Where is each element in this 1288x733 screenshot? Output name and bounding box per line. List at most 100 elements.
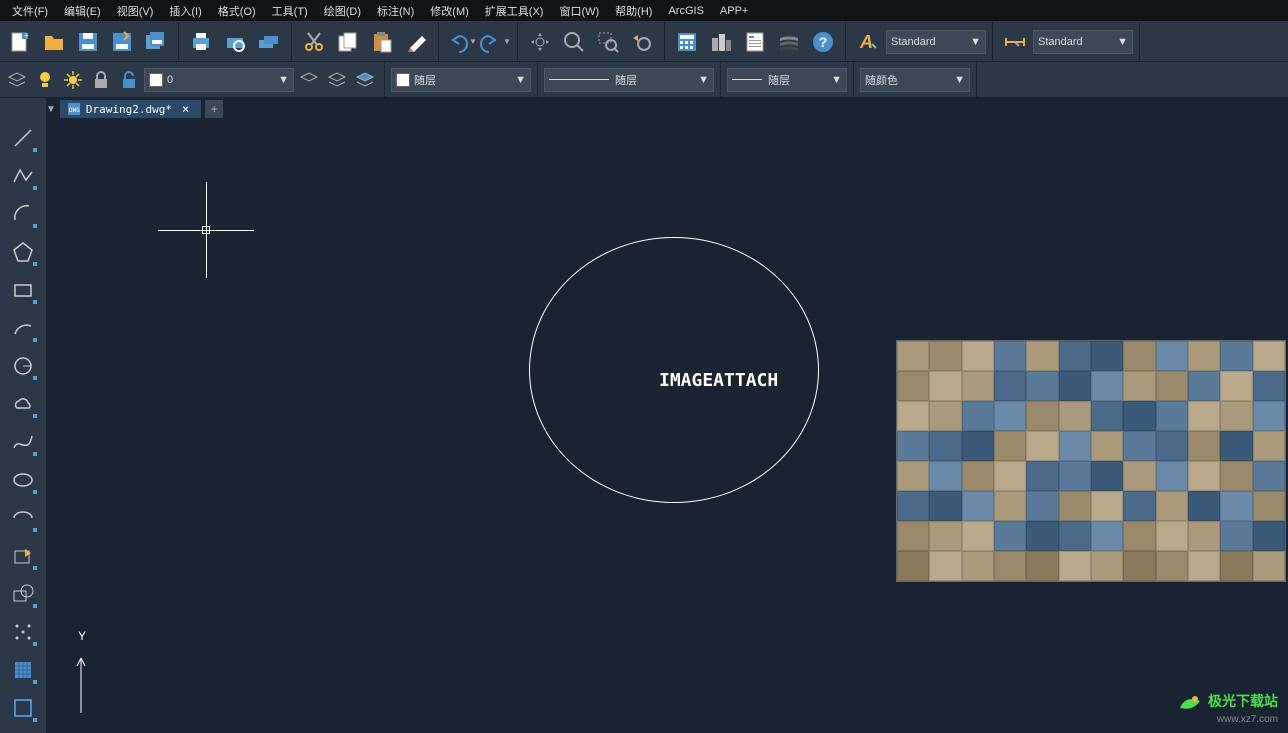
lineweight-dropdown[interactable]: 随层 ▼ — [727, 68, 847, 92]
layer-on-icon[interactable] — [32, 67, 58, 93]
circle-tool[interactable] — [7, 350, 39, 382]
plotstyle-dropdown[interactable]: 随颜色 ▼ — [860, 68, 970, 92]
layer-unlock-icon[interactable] — [116, 67, 142, 93]
menu-arcgis[interactable]: ArcGIS — [660, 5, 711, 17]
new-button[interactable]: + — [4, 26, 36, 58]
menu-dim[interactable]: 标注(N) — [369, 3, 422, 19]
canvas-text-object[interactable]: IMAGEATTACH — [659, 370, 778, 391]
layerstate-button[interactable] — [352, 67, 378, 93]
region-tool[interactable] — [7, 578, 39, 610]
paste-button[interactable] — [366, 26, 398, 58]
saveas-button[interactable] — [106, 26, 138, 58]
menu-file[interactable]: 文件(F) — [4, 3, 56, 19]
polyline-tool[interactable] — [7, 160, 39, 192]
print-preview-button[interactable] — [219, 26, 251, 58]
hatch-tool[interactable] — [7, 654, 39, 686]
dimstyle-icon[interactable] — [999, 26, 1031, 58]
tab-close-button[interactable]: × — [178, 102, 193, 116]
layermgr-button[interactable] — [4, 67, 30, 93]
watermark-text: 极光下载站 — [1208, 693, 1278, 709]
chevron-down-icon: ▼ — [515, 74, 526, 86]
chevron-down-icon: ▼ — [831, 74, 842, 86]
layeriso-button[interactable] — [324, 67, 350, 93]
chevron-down-icon: ▼ — [954, 74, 965, 86]
layer-freeze-icon[interactable] — [60, 67, 86, 93]
line-tool[interactable] — [7, 122, 39, 154]
document-tab[interactable]: DWG Drawing2.dwg* × — [60, 100, 201, 118]
chevron-down-icon: ▼ — [278, 74, 289, 86]
watermark-icon — [1175, 693, 1205, 713]
chevron-down-icon: ▼ — [970, 36, 981, 48]
spline-tool[interactable] — [7, 426, 39, 458]
textstyle-dropdown[interactable]: Standard ▼ — [886, 30, 986, 54]
insert-block-tool[interactable] — [7, 540, 39, 572]
toolbar-main: + ▼ ▼ ? A Standard ▼ — [0, 22, 1288, 62]
layer-value: 0 — [167, 74, 173, 86]
plotstyle-value: 随颜色 — [865, 72, 898, 88]
redo-button[interactable]: ▼ — [479, 26, 511, 58]
boundary-tool[interactable] — [7, 692, 39, 724]
zoom-button[interactable] — [558, 26, 590, 58]
menu-tools[interactable]: 工具(T) — [264, 3, 316, 19]
ellipse-arc-tool[interactable] — [7, 502, 39, 534]
lineweight-sample — [732, 79, 762, 80]
layer-dropdown[interactable]: 0 ▼ — [144, 68, 294, 92]
layer-color-swatch — [149, 73, 163, 87]
drawing-canvas[interactable]: IMAGEATTACH Y 极光下载站 www.xz7.com — [46, 120, 1288, 733]
help-button[interactable]: ? — [807, 26, 839, 58]
attached-image-object[interactable] — [896, 340, 1286, 582]
menu-appplus[interactable]: APP+ — [712, 5, 756, 17]
sheets-button[interactable] — [773, 26, 805, 58]
ellipse-tool[interactable] — [7, 464, 39, 496]
chevron-down-icon: ▼ — [1117, 36, 1128, 48]
svg-text:?: ? — [819, 34, 828, 50]
buildings-button[interactable] — [705, 26, 737, 58]
erase-button[interactable] — [400, 26, 432, 58]
menu-ext[interactable]: 扩展工具(X) — [477, 3, 552, 19]
svg-text:+: + — [24, 31, 29, 40]
linetype-dropdown[interactable]: 随层 ▼ — [544, 68, 714, 92]
zoom-prev-button[interactable] — [626, 26, 658, 58]
zoom-window-button[interactable] — [592, 26, 624, 58]
pan-button[interactable] — [524, 26, 556, 58]
menu-insert[interactable]: 插入(I) — [161, 3, 209, 19]
ucs-y-label: Y — [78, 629, 86, 643]
chevron-down-icon: ▼ — [698, 74, 709, 86]
saveall-button[interactable] — [140, 26, 172, 58]
menu-view[interactable]: 视图(V) — [109, 3, 162, 19]
draw-toolbar — [0, 98, 46, 733]
copy-button[interactable] — [332, 26, 364, 58]
menu-format[interactable]: 格式(O) — [210, 3, 264, 19]
menu-draw[interactable]: 绘图(D) — [316, 3, 369, 19]
menu-edit[interactable]: 编辑(E) — [56, 3, 109, 19]
watermark-url: www.xz7.com — [1217, 714, 1278, 725]
menu-help[interactable]: 帮助(H) — [607, 3, 660, 19]
dimstyle-dropdown[interactable]: Standard ▼ — [1033, 30, 1133, 54]
arc-tool[interactable] — [7, 198, 39, 230]
batch-print-button[interactable] — [253, 26, 285, 58]
point-tool[interactable] — [7, 616, 39, 648]
print-button[interactable] — [185, 26, 217, 58]
menu-window[interactable]: 窗口(W) — [551, 3, 607, 19]
arc2-tool[interactable] — [7, 312, 39, 344]
tab-menu-icon[interactable]: ▼ — [46, 104, 56, 115]
tab-add-button[interactable]: + — [205, 100, 223, 118]
open-button[interactable] — [38, 26, 70, 58]
rectangle-tool[interactable] — [7, 274, 39, 306]
menubar: 文件(F) 编辑(E) 视图(V) 插入(I) 格式(O) 工具(T) 绘图(D… — [0, 0, 1288, 22]
cloud-tool[interactable] — [7, 388, 39, 420]
color-dropdown[interactable]: 随层 ▼ — [391, 68, 531, 92]
layer-lock-icon[interactable] — [88, 67, 114, 93]
linetype-value: 随层 — [615, 72, 637, 88]
menu-modify[interactable]: 修改(M) — [422, 3, 477, 19]
svg-text:A: A — [859, 32, 873, 52]
undo-button[interactable]: ▼ — [445, 26, 477, 58]
gridcalc-button[interactable] — [671, 26, 703, 58]
save-button[interactable] — [72, 26, 104, 58]
dimstyle-value: Standard — [1038, 36, 1083, 48]
properties-button[interactable] — [739, 26, 771, 58]
polygon-tool[interactable] — [7, 236, 39, 268]
textstyle-icon[interactable]: A — [852, 26, 884, 58]
cut-button[interactable] — [298, 26, 330, 58]
layerprev-button[interactable] — [296, 67, 322, 93]
